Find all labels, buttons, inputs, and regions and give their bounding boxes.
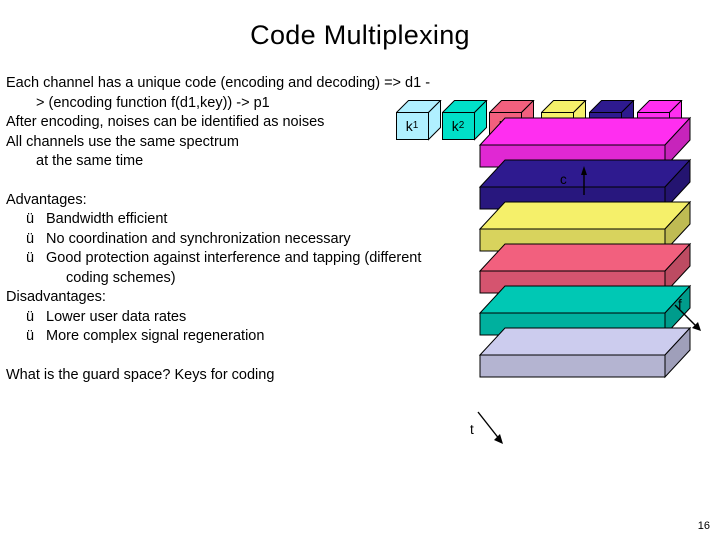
check-icon: ü [26, 328, 35, 344]
diagram-slab-6 [478, 326, 692, 379]
check-icon: ü [26, 230, 35, 247]
slab-top-face [478, 117, 692, 146]
advantage-item-2: ü No coordination and synchronization ne… [6, 230, 496, 250]
slab-top-face [478, 243, 692, 272]
advantage-item-3: ü Good protection against interference a… [6, 249, 496, 269]
axis-label-c: c [560, 172, 567, 187]
slide: Code Multiplexing Each channel has a uni… [0, 0, 720, 540]
check-icon: ü [26, 250, 35, 266]
question-line: What is the guard space? Keys for coding [6, 366, 275, 383]
code-cube-label-k1: k1 [405, 117, 419, 134]
advantage-item-1-label: Bandwidth efficient [46, 211, 168, 227]
slab-front-face [479, 354, 666, 378]
axis-label-t: t [470, 422, 474, 437]
disadvantage-item-1: ü Lower user data rates [6, 308, 496, 328]
advantage-item-2-label: No coordination and synchronization nece… [46, 230, 351, 247]
check-icon: ü [26, 211, 35, 227]
intro-line-1: Each channel has a unique code (encoding… [6, 75, 431, 91]
slab-top-face [478, 327, 692, 356]
advantage-item-3-label: Good protection against interference and… [46, 250, 422, 266]
advantage-item-1: ü Bandwidth efficient [6, 210, 496, 230]
axis-label-f: f [678, 297, 682, 312]
slab-top-face [478, 201, 692, 230]
advantages-label: Advantages: [6, 191, 87, 208]
page-number: 16 [697, 520, 710, 532]
check-icon: ü [26, 308, 35, 325]
axis-t-arrow [494, 434, 503, 444]
disadvantage-item-2-label: More complex signal regeneration [46, 328, 265, 344]
intro-line-5: at the same time [36, 153, 144, 169]
page-title: Code Multiplexing [250, 20, 470, 50]
advantage-item-3-continuation: coding schemes) [66, 269, 176, 286]
disadvantage-item-2: ü More complex signal regeneration [6, 327, 496, 347]
code-multiplexing-diagram: c f t [470, 100, 720, 500]
diagram-svg [477, 116, 701, 444]
slab-top-face [478, 285, 692, 314]
axis-t-line [477, 411, 501, 441]
disadvantages-label: Disadvantages: [6, 289, 106, 305]
disadvantage-item-1-label: Lower user data rates [46, 308, 187, 325]
